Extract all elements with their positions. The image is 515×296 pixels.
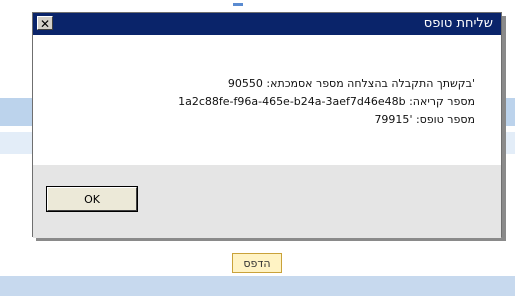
dialog-title: שליחת טופס (423, 16, 493, 31)
ok-button[interactable]: OK (46, 186, 138, 212)
message-line-call-number: מספר קריאה: 1a2c88fe-f96a-465e-b24a-3aef… (178, 95, 475, 108)
dialog-content: 'בקשתך התקבלה בהצלחה מספר אסמכתא: 90550 … (33, 35, 501, 165)
message-line-reference: 'בקשתך התקבלה בהצלחה מספר אסמכתא: 90550 (227, 77, 475, 90)
close-icon[interactable]: ✕ (37, 16, 53, 31)
message-line-form-number: מספר טופס: '79915 (374, 113, 475, 126)
page-accent (233, 3, 243, 6)
dialog-footer: OK (33, 165, 501, 238)
page-band-bottom (0, 276, 515, 296)
submission-dialog: שליחת טופס ✕ 'בקשתך התקבלה בהצלחה מספר א… (32, 12, 502, 238)
dialog-message: 'בקשתך התקבלה בהצלחה מספר אסמכתא: 90550 … (178, 75, 475, 129)
dialog-titlebar: שליחת טופס ✕ (33, 13, 501, 35)
print-button[interactable]: הדפס (232, 253, 282, 273)
